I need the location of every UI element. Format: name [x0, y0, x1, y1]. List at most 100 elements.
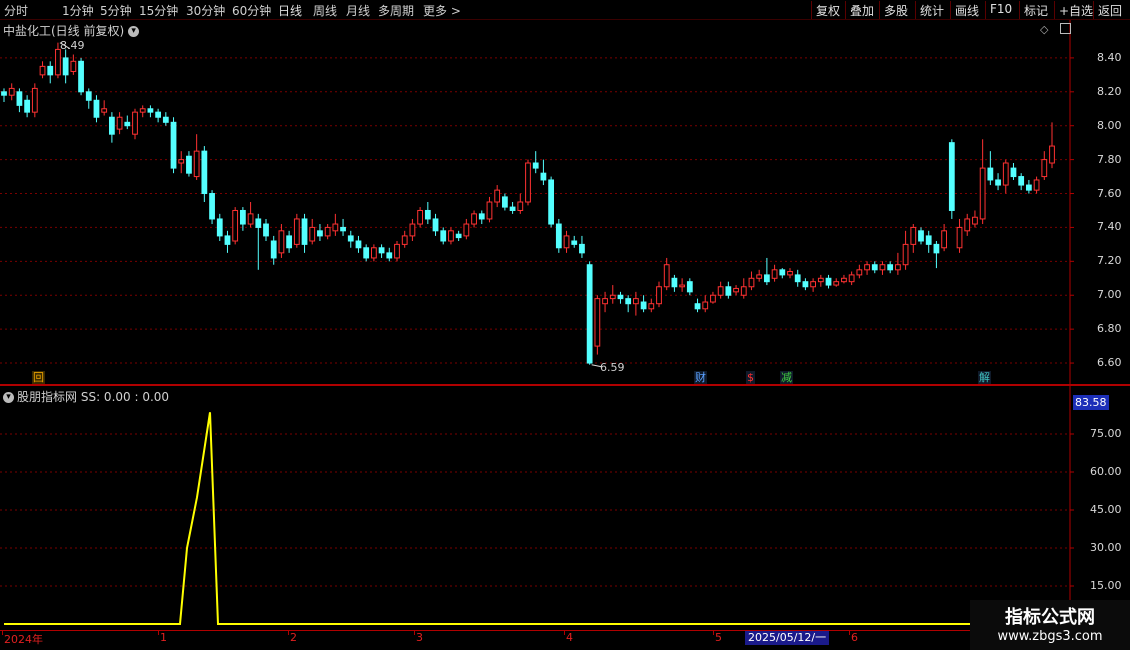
candle-body	[771, 269, 778, 279]
period-tab-1[interactable]: 1分钟	[62, 2, 94, 19]
candle-body	[979, 167, 986, 220]
toolbar-button-1[interactable]: 叠加	[845, 1, 878, 19]
candle	[802, 278, 809, 291]
candle	[810, 278, 817, 292]
period-tab-10[interactable]: 更多 >	[423, 2, 461, 19]
event-marker[interactable]: 减	[780, 371, 793, 384]
candle-body	[609, 294, 616, 300]
candle	[440, 227, 447, 245]
candle-body	[679, 284, 686, 288]
period-tab-9[interactable]: 多周期	[378, 2, 414, 19]
candle	[532, 151, 539, 174]
event-marker[interactable]: 回	[32, 371, 45, 384]
toolbar-button-4[interactable]: 画线	[950, 1, 983, 19]
candle-body	[24, 99, 31, 113]
watermark-url: www.zbgs3.com	[997, 629, 1103, 644]
candle-body	[1041, 159, 1048, 178]
candle	[370, 244, 377, 262]
panel-toggle-icon[interactable]	[1060, 23, 1071, 34]
event-marker[interactable]: $	[746, 371, 755, 384]
candle	[378, 244, 385, 258]
period-tab-4[interactable]: 30分钟	[186, 2, 225, 19]
candle	[132, 108, 138, 140]
candle	[409, 218, 416, 241]
event-marker[interactable]: 解	[978, 371, 991, 384]
candle-body	[933, 243, 940, 254]
candle-body	[116, 116, 123, 130]
candle-body	[93, 99, 100, 118]
candle	[201, 146, 208, 202]
candle-body	[1025, 184, 1032, 191]
candle	[186, 151, 192, 177]
toolbar-button-0[interactable]: 复权	[811, 1, 844, 19]
candle	[733, 285, 739, 296]
candle	[779, 268, 786, 279]
candle	[486, 196, 493, 223]
candle	[848, 271, 855, 286]
candle-body	[702, 301, 709, 310]
diamond-icon[interactable]: ◇	[1040, 23, 1048, 36]
candle-body	[941, 230, 948, 249]
candle-body	[532, 162, 539, 169]
candle-body	[579, 243, 585, 254]
candle	[317, 224, 323, 241]
candle-body	[363, 247, 370, 259]
candle	[648, 298, 655, 313]
candle	[525, 159, 531, 206]
candle	[124, 115, 131, 130]
candle	[78, 57, 84, 96]
period-tab-5[interactable]: 60分钟	[232, 2, 271, 19]
candle-body	[170, 121, 177, 169]
toolbar-button-8[interactable]: 返回	[1093, 1, 1126, 19]
toolbar-button-3[interactable]: 统计	[915, 1, 948, 19]
period-tab-3[interactable]: 15分钟	[139, 2, 178, 19]
candle	[979, 139, 986, 225]
candle-body	[401, 235, 408, 245]
candle-body	[455, 233, 462, 239]
toolbar-button-7[interactable]: +自选	[1054, 1, 1097, 19]
toolbar-button-5[interactable]: F10	[985, 1, 1016, 19]
time-tick	[713, 630, 714, 635]
candle	[363, 244, 370, 262]
candle	[494, 185, 501, 208]
candle-body	[471, 213, 477, 225]
candle-body	[555, 223, 562, 249]
period-tab-6[interactable]: 日线	[278, 2, 302, 19]
candle-body	[825, 277, 832, 286]
candle-body	[124, 121, 131, 127]
period-tab-8[interactable]: 月线	[346, 2, 370, 19]
period-tab-0[interactable]: 分时	[4, 2, 28, 19]
candle-body	[856, 269, 863, 276]
time-tick	[288, 630, 289, 635]
toolbar-button-2[interactable]: 多股	[879, 1, 912, 19]
candle	[170, 117, 177, 174]
candle	[355, 235, 362, 253]
candle-body	[39, 65, 46, 76]
candle-body	[540, 172, 547, 181]
candle-body	[663, 264, 670, 288]
indicator-y-tick-label: 30.00	[1090, 541, 1122, 554]
chevron-down-icon[interactable]: ▾	[128, 26, 140, 37]
candle-body	[987, 167, 994, 181]
candle	[540, 159, 547, 186]
chevron-down-icon[interactable]: ▾	[3, 392, 14, 403]
period-tab-7[interactable]: 周线	[313, 2, 337, 19]
candle	[1018, 173, 1025, 191]
candle	[656, 281, 662, 308]
candle	[1025, 179, 1032, 194]
candle	[702, 295, 709, 313]
event-marker[interactable]: 财	[694, 371, 707, 384]
toolbar-button-6[interactable]: 标记	[1019, 1, 1052, 19]
candle	[956, 218, 963, 253]
time-label: 4	[566, 631, 573, 644]
candle	[332, 213, 339, 236]
candle	[625, 295, 632, 313]
indicator-chart[interactable]	[0, 386, 1130, 630]
candlestick-chart[interactable]	[0, 20, 1130, 384]
candle	[710, 291, 716, 304]
candle	[663, 257, 670, 291]
candle	[871, 261, 878, 274]
candle	[1049, 122, 1055, 169]
y-tick-label: 7.80	[1097, 152, 1122, 166]
period-tab-2[interactable]: 5分钟	[100, 2, 132, 19]
